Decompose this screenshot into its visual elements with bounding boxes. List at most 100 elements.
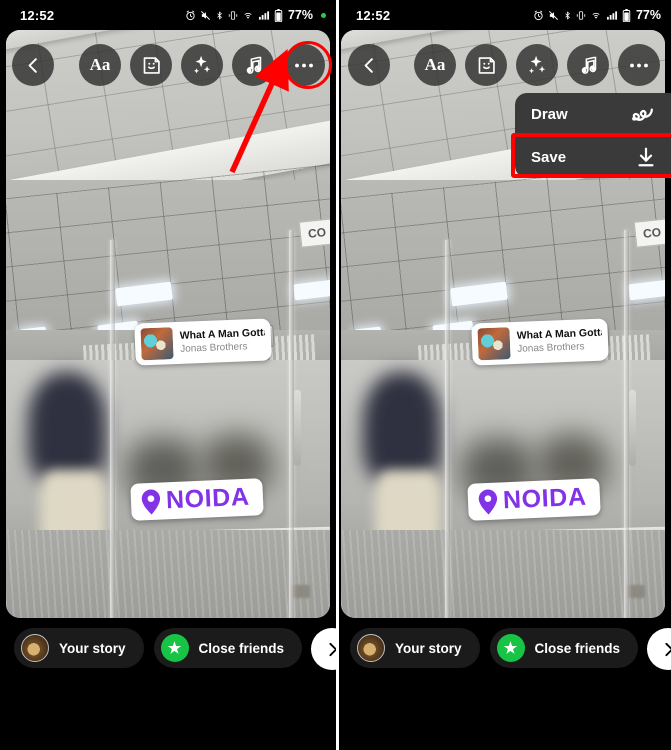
next-button[interactable] — [647, 628, 671, 670]
effects-tool-button[interactable] — [516, 44, 558, 86]
screenshot-stage: 12:52 77% CO What A Man Gotta Jonas Brot… — [0, 0, 671, 750]
avatar — [21, 634, 49, 662]
music-title: What A Man Gotta Do — [179, 326, 266, 343]
blurred-person-torso — [363, 372, 441, 482]
door-handle — [629, 390, 636, 466]
sparkles-icon — [193, 55, 211, 74]
download-arrow-icon — [635, 146, 657, 168]
status-icon-group: 77% — [185, 8, 326, 22]
sticker-tool-button[interactable] — [465, 44, 507, 86]
mute-icon — [549, 10, 558, 20]
music-sticker[interactable]: What A Man Gotta Do Jonas Brothers — [471, 318, 609, 366]
toolbar-tools-right: Aa — [414, 44, 660, 86]
sticker-smiley-icon — [143, 56, 160, 74]
avatar — [357, 634, 385, 662]
share-bar-right: Your story ★ Close friends — [336, 618, 671, 750]
blurred-person-torso — [28, 372, 106, 482]
menu-item-label: Draw — [531, 105, 568, 123]
menu-item-save[interactable]: Save — [515, 136, 671, 178]
text-icon: Aa — [89, 55, 111, 74]
door-floor-stop — [627, 585, 645, 598]
music-artist: Jonas Brothers — [517, 341, 585, 356]
sticker-smiley-icon — [478, 56, 495, 74]
door-floor-stop — [292, 585, 310, 598]
location-sticker[interactable]: NOIDA — [130, 478, 264, 521]
menu-item-draw[interactable]: Draw — [515, 93, 671, 135]
wall-sign: CO — [298, 218, 330, 248]
more-tool-button[interactable] — [618, 44, 660, 86]
phone-screen-right: 12:52 77% CO What A Man Gotta Jonas Brot… — [336, 0, 671, 750]
carpet-floor — [6, 530, 330, 618]
location-name: NOIDA — [165, 482, 251, 515]
status-time: 12:52 — [356, 7, 391, 23]
battery-percent: 77% — [635, 8, 661, 22]
share-bar-left: Your story ★ Close friends — [0, 618, 336, 750]
three-dots-icon — [295, 63, 313, 67]
music-tool-button[interactable] — [232, 44, 274, 86]
chevron-right-icon — [665, 642, 671, 656]
bluetooth-icon — [217, 10, 222, 20]
glass-mullion — [445, 240, 450, 618]
music-sticker[interactable]: What A Man Gotta Do Jonas Brothers — [134, 318, 272, 366]
status-time: 12:52 — [20, 7, 55, 23]
effects-tool-button[interactable] — [181, 44, 223, 86]
editor-toolbar-left: Aa — [0, 38, 336, 92]
wall-sign: CO — [633, 218, 665, 248]
status-bar-left: 12:52 77% — [0, 0, 336, 30]
recording-dot-icon — [321, 12, 326, 18]
carpet-floor — [341, 530, 665, 618]
alarm-icon — [186, 10, 195, 20]
music-sticker-text: What A Man Gotta Do Jonas Brothers — [517, 327, 603, 356]
battery-icon — [274, 8, 283, 22]
sticker-tool-button[interactable] — [130, 44, 172, 86]
your-story-button[interactable]: Your story — [350, 628, 480, 668]
music-title: What A Man Gotta Do — [516, 326, 603, 343]
back-button[interactable] — [12, 44, 54, 86]
signal-icon — [258, 10, 270, 20]
close-friends-label: Close friends — [198, 640, 285, 656]
next-button[interactable] — [311, 628, 336, 670]
menu-item-label: Save — [531, 148, 567, 166]
location-sticker[interactable]: NOIDA — [467, 478, 601, 521]
panel-divider — [336, 0, 339, 750]
chevron-right-icon — [329, 642, 336, 656]
star-icon: ★ — [160, 634, 189, 662]
album-art-icon — [140, 327, 174, 361]
squiggle-draw-icon — [631, 104, 657, 124]
alarm-icon — [534, 10, 543, 20]
signal-icon — [606, 10, 618, 20]
back-button[interactable] — [348, 44, 390, 86]
editor-toolbar-right: Aa — [336, 38, 671, 92]
status-bar-right: 12:52 77% — [336, 0, 671, 30]
text-tool-button[interactable]: Aa — [79, 44, 121, 86]
star-icon: ★ — [496, 634, 525, 662]
album-art-icon — [477, 327, 511, 361]
close-friends-button[interactable]: ★ Close friends — [489, 628, 639, 668]
toolbar-tools-left: Aa — [79, 44, 325, 86]
status-icon-group: 77% — [533, 8, 661, 22]
music-artist: Jonas Brothers — [180, 341, 248, 356]
your-story-button[interactable]: Your story — [14, 628, 144, 668]
mute-icon — [201, 10, 210, 20]
battery-icon — [622, 8, 631, 22]
music-sticker-text: What A Man Gotta Do Jonas Brothers — [180, 327, 266, 356]
chevron-left-icon — [28, 57, 37, 73]
text-icon: Aa — [424, 55, 446, 74]
vibrate-icon — [228, 10, 238, 20]
close-friends-button[interactable]: ★ Close friends — [153, 628, 303, 668]
glass-mullion — [110, 240, 115, 618]
battery-percent: 77% — [287, 8, 313, 22]
text-tool-button[interactable]: Aa — [414, 44, 456, 86]
music-tool-button[interactable] — [567, 44, 609, 86]
sparkles-icon — [528, 55, 546, 74]
location-pin-icon — [141, 489, 161, 514]
more-tool-button[interactable] — [283, 44, 325, 86]
wifi-icon — [592, 12, 600, 19]
phone-screen-left: 12:52 77% CO What A Man Gotta Jonas Brot… — [0, 0, 336, 750]
wifi-icon — [244, 12, 252, 19]
door-handle — [294, 390, 301, 466]
close-friends-label: Close friends — [534, 640, 621, 656]
vibrate-icon — [576, 10, 586, 20]
your-story-label: Your story — [59, 640, 126, 656]
location-pin-icon — [478, 489, 498, 514]
